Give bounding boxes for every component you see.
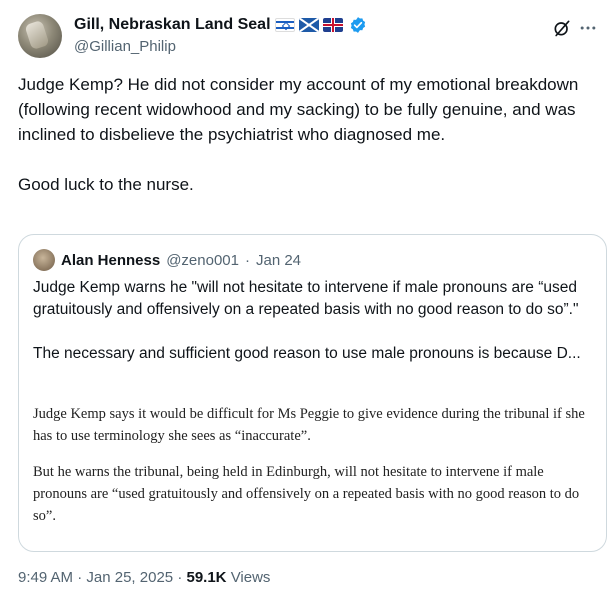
quoted-paragraph: Judge Kemp warns he "will not hesitate t… xyxy=(33,279,579,318)
tweet-header: Gill, Nebraskan Land Seal @Gillian_Phili… xyxy=(18,14,598,60)
quoted-author-name: Alan Henness xyxy=(61,251,161,269)
views-count: 59.1K xyxy=(186,569,227,586)
separator-dot: · xyxy=(77,569,83,586)
article-paragraph: But he warns the tribunal, being held in… xyxy=(33,464,580,524)
tweet-date[interactable]: Jan 25, 2025 xyxy=(86,569,173,586)
author-display-name[interactable]: Gill, Nebraskan Land Seal xyxy=(74,16,271,34)
verified-badge-icon xyxy=(350,17,365,33)
grok-icon[interactable] xyxy=(552,18,572,38)
quoted-article-image: Judge Kemp says it would be difficult fo… xyxy=(33,403,598,527)
separator-dot: · xyxy=(244,251,250,269)
views-label: Views xyxy=(230,569,271,586)
tweet-time[interactable]: 9:49 AM xyxy=(18,569,73,586)
tweet-paragraph: Good luck to the nurse. xyxy=(18,175,194,194)
quoted-tweet-header: Alan Henness @zeno001 · Jan 24 xyxy=(33,249,301,271)
quoted-tweet-text: Judge Kemp warns he "will not hesitate t… xyxy=(33,277,598,365)
author-name-row: Gill, Nebraskan Land Seal xyxy=(74,16,367,34)
uk-flag-icon xyxy=(322,18,343,32)
more-options-icon[interactable] xyxy=(578,18,598,38)
author-avatar[interactable] xyxy=(18,14,62,58)
quoted-tweet-date: Jan 24 xyxy=(255,251,302,269)
quoted-tweet-card[interactable]: Alan Henness @zeno001 · Jan 24 Judge Kem… xyxy=(18,234,607,552)
israel-flag-icon xyxy=(274,18,295,32)
tweet-text: Judge Kemp? He did not consider my accou… xyxy=(18,72,598,197)
separator-dot: · xyxy=(177,569,183,586)
author-handle[interactable]: @Gillian_Philip xyxy=(74,38,176,55)
quoted-author-handle: @zeno001 xyxy=(166,251,239,269)
tweet-meta: 9:49 AM · Jan 25, 2025 · 59.1K Views xyxy=(18,569,270,586)
quoted-paragraph: The necessary and sufficient good reason… xyxy=(33,345,581,362)
scotland-flag-icon xyxy=(298,18,319,32)
article-paragraph: Judge Kemp says it would be difficult fo… xyxy=(33,406,585,444)
quoted-author-avatar xyxy=(33,249,55,271)
tweet-paragraph: Judge Kemp? He did not consider my accou… xyxy=(18,75,579,144)
